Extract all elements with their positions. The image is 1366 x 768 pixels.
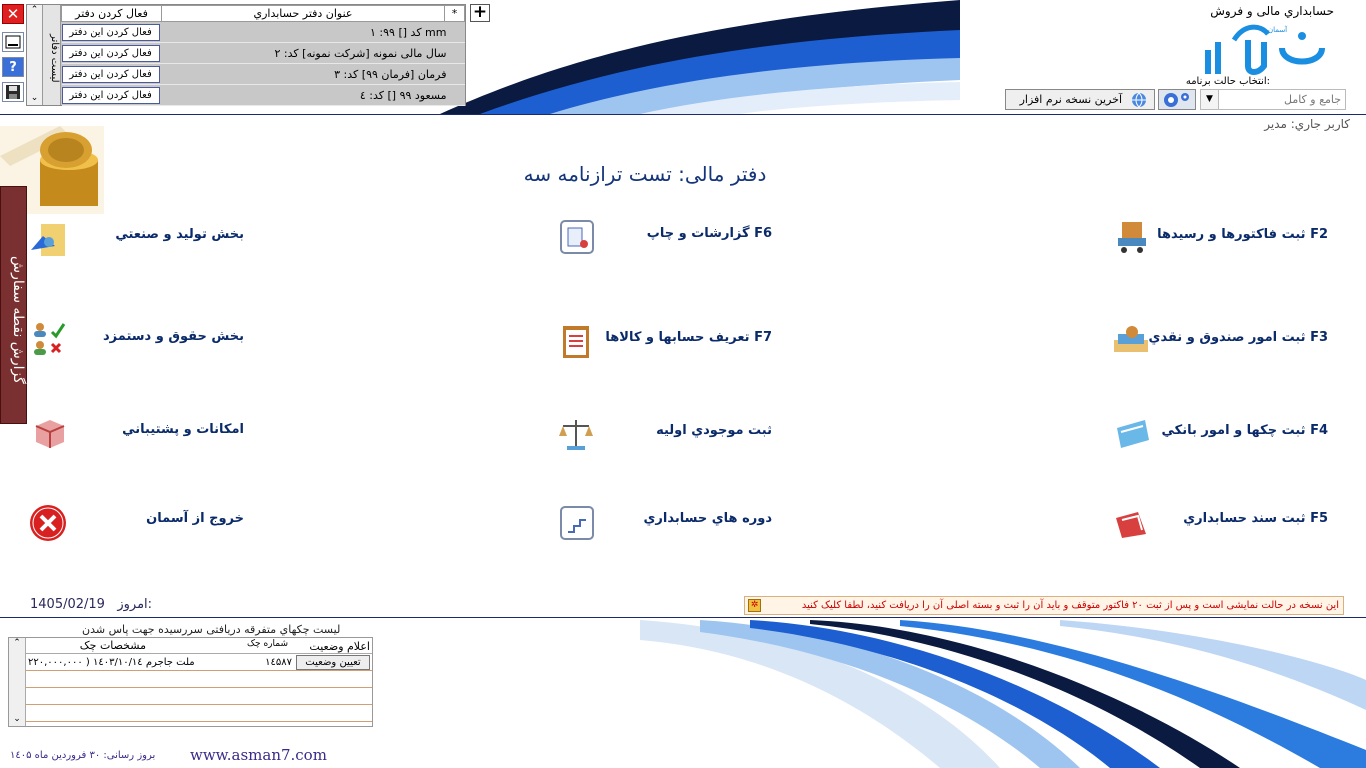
latest-version-button[interactable]: آخرین نسخه نرم افزار <box>1005 89 1155 110</box>
scroll-down-icon[interactable]: ⌄ <box>9 714 25 724</box>
menu-cash[interactable]: ثبت امور صندوق و نقدي F3 <box>1149 330 1328 345</box>
today-date-label: 1405/02/19 امروز: <box>30 597 152 612</box>
scroll-down-icon[interactable]: ⌄ <box>27 93 42 103</box>
activate-ledger-button[interactable]: فعال کردن اين دفتر <box>61 44 160 62</box>
ledger-title: مسعود ۹۹ [] کد: ٤ <box>161 84 465 106</box>
col-state-header: اعلام وضعيت <box>309 640 370 653</box>
add-ledger-button[interactable]: + <box>470 4 490 22</box>
order-point-report-tab[interactable]: گزارش نقطه سفارش <box>0 186 27 424</box>
today-label: امروز: <box>117 597 153 612</box>
website-link[interactable]: www.asman7.com <box>190 746 327 764</box>
cheque-list-title: ليست چکهاي متفرقه دريافتی سررسيده جهت پا… <box>82 623 341 636</box>
menu-accounts[interactable]: تعريف حسابها و کالاها F7 <box>605 330 772 345</box>
menu-invoices[interactable]: ثبت فاکتورها و رسيدها F2 <box>1157 227 1328 242</box>
table-row[interactable]: فعال کردن اين دفتر ۱ :کد [] ۹۹ mm <box>61 21 465 43</box>
footer-swoosh-graphic <box>640 620 1366 768</box>
col-title-header: عنوان دفتر حسابداري <box>161 5 445 22</box>
help-button[interactable]: ? <box>2 57 24 77</box>
scroll-up-icon[interactable]: ⌃ <box>27 5 42 15</box>
activate-ledger-button[interactable]: فعال کردن اين دفتر <box>61 23 160 41</box>
menu-banking[interactable]: ثبت چکها و امور بانکي F4 <box>1162 423 1328 438</box>
table-row[interactable]: فعال کردن اين دفتر سال مالی نمونه [شرکت … <box>61 42 465 64</box>
production-icon[interactable] <box>29 220 67 258</box>
cheque-details: ملت جاجرم ۱٤۰۳/۱۰/۱٤ ( ۲۲۰,۰۰۰,۰۰۰ <box>28 657 195 668</box>
scales-icon[interactable] <box>557 414 595 452</box>
demo-notice-text: اين نسخه در حالت نمايشی است و پس از ثبت … <box>801 600 1339 611</box>
cash-icon[interactable] <box>1112 322 1150 360</box>
cart-icon[interactable] <box>1114 218 1152 256</box>
header-divider <box>0 114 1366 115</box>
close-button[interactable]: ✕ <box>2 4 24 24</box>
menu-payroll[interactable]: بخش حقوق و دستمزد <box>103 329 244 344</box>
scroll-up-icon[interactable]: ⌃ <box>9 638 25 648</box>
cheque-list: ⌃ ⌄ اعلام وضعيت شماره چک مشخصات چک تعيين… <box>8 637 373 727</box>
current-user: کاربر جاري: مدير <box>1264 117 1350 131</box>
cheque-number: ۱٤۵۸۷ <box>265 657 292 668</box>
ledger-title: فرمان [فرمان ۹۹] کد: ۳ <box>161 63 465 85</box>
payroll-users-icon[interactable] <box>30 320 68 358</box>
cheque-header-row: اعلام وضعيت شماره چک مشخصات چک <box>26 638 372 654</box>
cheque-grid: اعلام وضعيت شماره چک مشخصات چک تعيين وضع… <box>26 638 372 722</box>
menu-production[interactable]: بخش توليد و صنعتي <box>115 227 244 242</box>
mode-select-value: جامع و کامل <box>1283 93 1341 106</box>
stairs-icon[interactable] <box>558 504 596 542</box>
settings-button[interactable] <box>1158 89 1196 110</box>
ledger-scrollbar[interactable]: ⌃ ⌄ <box>27 5 43 105</box>
table-row <box>26 688 372 705</box>
ledger-table: فعال کردن دفتر عنوان دفتر حسابداري * فعا… <box>61 5 465 106</box>
menu-inventory[interactable]: ثبت موجودي اوليه <box>656 423 772 438</box>
table-row[interactable]: تعيين وضعيت ۱٤۵۸۷ ملت جاجرم ۱٤۰۳/۱۰/۱٤ (… <box>26 654 372 671</box>
table-row <box>26 705 372 722</box>
update-note: بروز رسانی: ۳۰ فروردين ماه ۱٤۰۵ <box>10 750 156 761</box>
svg-text:آسمان: آسمان <box>1268 25 1288 34</box>
table-row <box>26 671 372 688</box>
demo-notice-banner[interactable]: اين نسخه در حالت نمايشی است و پس از ثبت … <box>744 596 1344 615</box>
key-icon: ✲ <box>748 599 761 612</box>
mode-label: انتخاب حالت برنامه: <box>1185 76 1270 87</box>
col-number-header: شماره چک <box>246 639 288 649</box>
menu-backup[interactable]: امکانات و پشتيباني <box>122 422 244 437</box>
cheque-scrollbar[interactable]: ⌃ ⌄ <box>9 638 26 726</box>
report-icon[interactable] <box>558 218 596 256</box>
col-action-header: فعال کردن دفتر <box>61 5 162 22</box>
ledger-list: ⌃ ⌄ لیست دفاتر فعال کردن دفتر عنوان دفتر… <box>26 4 466 106</box>
menu-periods[interactable]: دوره هاي حسابداري <box>644 511 773 526</box>
col-star-header: * <box>444 5 465 22</box>
asman-logo: آسمان <box>1205 24 1325 75</box>
clipboard-icon[interactable] <box>557 322 595 360</box>
menu-voucher[interactable]: ثبت سند حسابداري F5 <box>1183 511 1328 526</box>
set-state-button[interactable]: تعيين وضعيت <box>296 655 370 670</box>
col-details-header: مشخصات چک <box>79 639 146 652</box>
exit-icon[interactable] <box>29 504 67 542</box>
activate-ledger-button[interactable]: فعال کردن اين دفتر <box>61 65 160 83</box>
latest-version-label: آخرین نسخه نرم افزار <box>1019 93 1122 106</box>
today-date: 1405/02/19 <box>30 597 105 612</box>
voucher-icon[interactable] <box>1112 504 1150 542</box>
globe-icon <box>1132 92 1146 108</box>
close-icon: ✕ <box>6 5 20 23</box>
ledger-side-tab[interactable]: لیست دفاتر <box>43 5 61 105</box>
menu-exit[interactable]: خروج از آسمان <box>146 511 244 526</box>
ledger-title: سال مالی نمونه [شرکت نمونه] کد: ۲ <box>161 42 465 64</box>
activate-ledger-button[interactable]: فعال کردن اين دفتر <box>61 86 160 104</box>
save-button[interactable] <box>2 82 24 102</box>
footer-divider <box>0 617 1366 618</box>
header-swoosh-graphic <box>440 0 960 114</box>
ledger-title: ۱ :کد [] ۹۹ mm <box>161 21 465 43</box>
mode-select[interactable]: جامع و کامل ▼ <box>1200 89 1346 110</box>
help-icon: ? <box>9 59 17 75</box>
save-icon <box>6 85 20 99</box>
financial-ledger-title: دفتر مالی: تست ترازنامه سه <box>523 162 767 186</box>
table-row[interactable]: فعال کردن اين دفتر فرمان [فرمان ۹۹] کد: … <box>61 63 465 85</box>
menu-reports[interactable]: گزارشات و چاپ F6 <box>647 226 772 241</box>
minimize-icon <box>5 35 21 49</box>
backup-box-icon[interactable] <box>30 414 68 452</box>
table-row[interactable]: فعال کردن اين دفتر مسعود ۹۹ [] کد: ٤ <box>61 84 465 106</box>
app-window: ✕ ? ⌃ ⌄ لیست دفاتر فعال کردن دفتر عنوان … <box>0 0 1366 768</box>
gear-icon <box>1164 93 1189 107</box>
minimize-button[interactable] <box>2 32 24 52</box>
app-title: حسابداري مالی و فروش <box>1210 4 1334 18</box>
chevron-down-icon[interactable]: ▼ <box>1201 90 1219 109</box>
cheque-icon[interactable] <box>1113 414 1151 452</box>
